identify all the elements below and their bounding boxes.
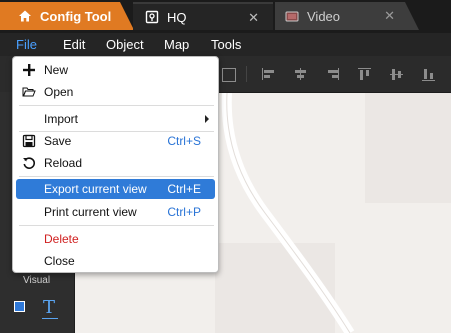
menu-separator	[19, 105, 214, 106]
map-doc-icon	[145, 10, 159, 24]
rectangle-tool-icon[interactable]	[14, 301, 25, 312]
align-left-icon[interactable]	[262, 68, 275, 80]
tab-video-label: Video	[307, 8, 341, 24]
menu-separator	[19, 225, 214, 226]
align-center-icon[interactable]	[294, 68, 307, 80]
tab-bar: Config Tool HQ ✕ Video ✕	[0, 0, 451, 33]
menu-item-print-shortcut: Ctrl+P	[167, 205, 201, 219]
video-icon	[285, 9, 299, 23]
menu-item-delete-label: Delete	[44, 232, 79, 246]
close-icon[interactable]: ✕	[248, 10, 259, 26]
folder-open-icon	[22, 85, 36, 99]
menu-item-print-current-view[interactable]: Print current view Ctrl+P	[16, 202, 215, 222]
menu-item-export-label: Export current view	[44, 182, 147, 196]
tab-video[interactable]: Video ✕	[275, 2, 419, 30]
reload-icon	[22, 156, 36, 170]
menu-item-export-shortcut: Ctrl+E	[167, 182, 201, 196]
plus-icon	[22, 63, 36, 77]
menu-item-close-label: Close	[44, 254, 75, 268]
file-menu: New Open Import Save Ctrl+S Reload Expor…	[12, 56, 219, 273]
close-icon[interactable]: ✕	[384, 8, 395, 24]
menu-item-print-label: Print current view	[44, 205, 137, 219]
menu-item-new-label: New	[44, 63, 69, 77]
menu-item-save[interactable]: Save Ctrl+S	[16, 131, 215, 151]
menu-tools[interactable]: Tools	[211, 37, 241, 52]
menu-item-import-label: Import	[44, 112, 79, 126]
menu-item-reload[interactable]: Reload	[16, 153, 215, 173]
selection-tool-icon[interactable]	[222, 68, 236, 82]
align-right-icon[interactable]	[326, 68, 339, 80]
menu-map[interactable]: Map	[164, 37, 189, 52]
menu-object[interactable]: Object	[106, 37, 144, 52]
tab-hq[interactable]: HQ ✕	[133, 2, 273, 30]
tab-hq-label: HQ	[167, 9, 187, 25]
menu-item-close[interactable]: Close	[16, 251, 215, 271]
menu-item-new[interactable]: New	[16, 60, 215, 80]
align-middle-icon[interactable]	[390, 68, 403, 80]
text-tool-underline	[42, 318, 58, 319]
align-top-icon[interactable]	[358, 68, 371, 80]
menu-item-save-label: Save	[44, 134, 72, 148]
menu-edit[interactable]: Edit	[63, 37, 85, 52]
menu-item-open-label: Open	[44, 85, 74, 99]
menu-item-export-current-view[interactable]: Export current view Ctrl+E	[16, 179, 215, 199]
floppy-disk-icon	[22, 134, 36, 148]
text-tool-icon[interactable]: T	[43, 297, 55, 318]
tab-config-tool-label: Config Tool	[40, 8, 112, 24]
menu-item-reload-label: Reload	[44, 156, 83, 170]
menu-file[interactable]: File	[16, 37, 37, 52]
menu-item-save-shortcut: Ctrl+S	[167, 134, 201, 148]
menu-item-import[interactable]: Import	[16, 109, 215, 129]
menu-bar: File Edit Object Map Tools	[0, 33, 451, 56]
tab-config-tool[interactable]: Config Tool	[0, 2, 134, 30]
menu-item-delete[interactable]: Delete	[16, 229, 215, 249]
align-bottom-icon[interactable]	[422, 68, 435, 81]
submenu-arrow-icon	[205, 115, 209, 123]
visual-section-label: Visual	[23, 275, 51, 286]
menu-separator	[19, 176, 214, 177]
menu-item-open[interactable]: Open	[16, 82, 215, 102]
home-icon	[18, 9, 32, 23]
